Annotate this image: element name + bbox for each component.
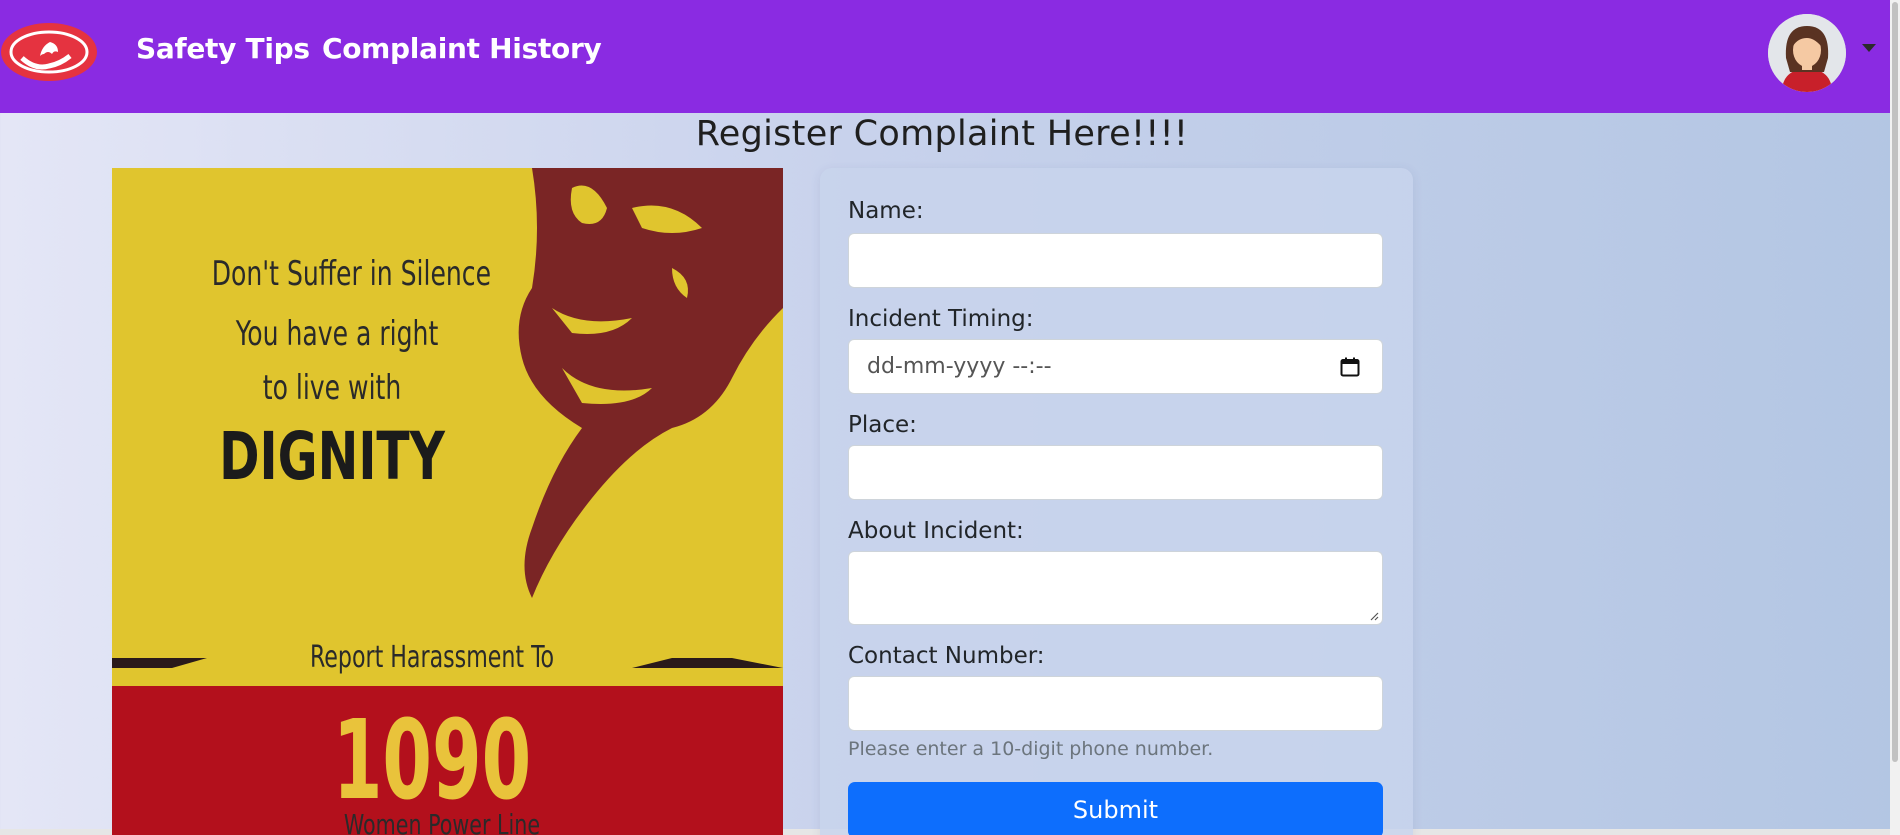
calendar-icon[interactable] [1340, 357, 1360, 377]
contact-number-label: Contact Number: [848, 643, 1045, 669]
awareness-poster-image: Don't Suffer in Silence You have a right… [112, 168, 783, 835]
name-input[interactable] [848, 233, 1383, 288]
place-label: Place: [848, 412, 917, 438]
incident-timing-placeholder: dd-mm-yyyy --:-- [867, 354, 1052, 379]
poster-line-4: DIGNITY [219, 418, 445, 495]
incident-timing-label: Incident Timing: [848, 306, 1034, 332]
resize-grip-icon[interactable] [1369, 611, 1379, 621]
contact-number-help: Please enter a 10-digit phone number. [848, 738, 1214, 760]
user-avatar-icon[interactable] [1768, 14, 1846, 92]
nav-safety-tips[interactable]: Safety Tips [136, 32, 310, 65]
about-incident-textarea[interactable] [848, 551, 1383, 625]
poster-line-2: You have a right [235, 314, 439, 354]
navbar: Safety Tips Complaint History [0, 0, 1890, 113]
poster-line-6: Women Power Line [343, 808, 541, 835]
poster-line-1: Don't Suffer in Silence [211, 254, 492, 294]
page-title: Register Complaint Here!!!! [695, 114, 1189, 154]
caret-down-icon[interactable] [1862, 44, 1876, 52]
incident-timing-input[interactable]: dd-mm-yyyy --:-- [848, 339, 1383, 394]
brand-logo-icon[interactable] [0, 22, 98, 82]
name-label: Name: [848, 198, 924, 224]
vertical-scrollbar-thumb[interactable] [1892, 2, 1898, 762]
nav-complaint-history[interactable]: Complaint History [322, 32, 602, 65]
place-input[interactable] [848, 445, 1383, 500]
poster-line-3: to live with [262, 368, 402, 408]
contact-number-input[interactable] [848, 676, 1383, 731]
about-incident-label: About Incident: [848, 518, 1024, 544]
poster-helpline-number: 1090 [332, 696, 532, 824]
poster-line-5: Report Harassment To [309, 640, 554, 675]
submit-button[interactable]: Submit [848, 782, 1383, 835]
